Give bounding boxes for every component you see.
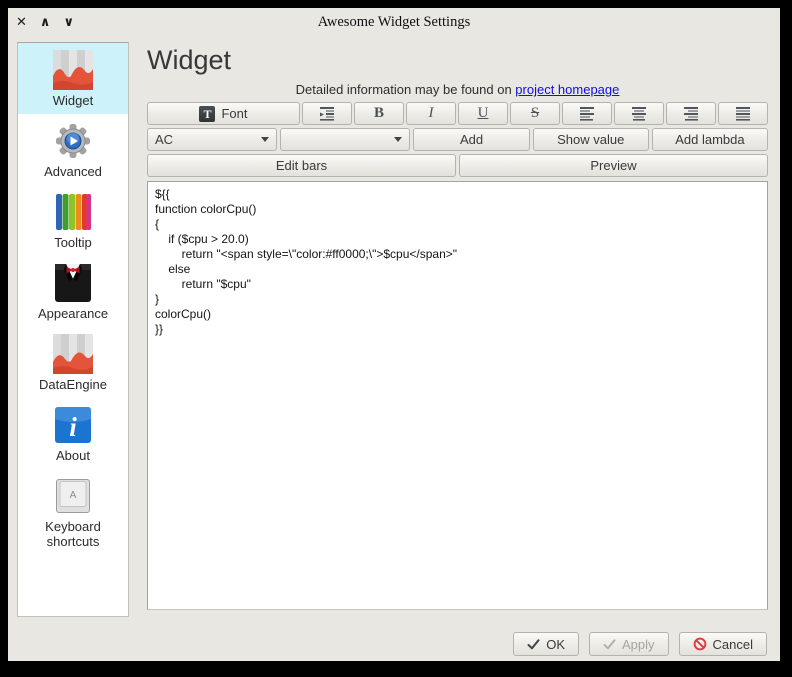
preview-button-label: Preview: [590, 158, 636, 173]
apply-button-label: Apply: [622, 637, 655, 652]
area-chart-icon: [53, 50, 93, 90]
dialog-buttons: OK Apply Cancel: [8, 627, 780, 661]
sidebar-item-label: Advanced: [44, 164, 102, 179]
sidebar-item-label: DataEngine: [39, 377, 107, 392]
page-title: Widget: [147, 44, 768, 76]
add-button-label: Add: [460, 132, 483, 147]
align-center-icon: [631, 106, 647, 121]
sidebar-item-label: About: [56, 448, 90, 463]
area-chart-icon: [53, 334, 93, 374]
sidebar-item-label: Widget: [53, 93, 93, 108]
sidebar-item-label: Appearance: [38, 306, 108, 321]
show-value-button-label: Show value: [557, 132, 624, 147]
sidebar-item-label: Tooltip: [54, 235, 92, 250]
sidebar-item-dataengine[interactable]: DataEngine: [18, 327, 128, 398]
tag-toolbar: AC Add Show value Add lambda: [147, 128, 768, 151]
info-text: Detailed information may be found on: [296, 82, 516, 97]
align-justify-button[interactable]: [718, 102, 768, 125]
preview-button[interactable]: Preview: [459, 154, 768, 177]
keyboard-key-icon: A: [53, 476, 93, 516]
titlebar: ✕ ∧ ∨ Awesome Widget Settings: [8, 8, 780, 36]
align-left-icon: [579, 106, 595, 121]
ok-button[interactable]: OK: [513, 632, 579, 656]
italic-button[interactable]: I: [406, 102, 456, 125]
chevron-down-icon: [261, 137, 269, 142]
gear-icon: [53, 121, 93, 161]
code-editor-text: ${{ function colorCpu() { if ($cpu > 20.…: [155, 187, 760, 337]
underline-button[interactable]: U: [458, 102, 508, 125]
align-left-button[interactable]: [562, 102, 612, 125]
tag-select[interactable]: AC: [147, 128, 277, 151]
cancel-button[interactable]: Cancel: [679, 632, 767, 656]
window-controls: ✕ ∧ ∨: [16, 8, 74, 36]
maximize-icon[interactable]: ∧: [40, 16, 51, 29]
indent-button[interactable]: [302, 102, 352, 125]
sidebar: Widget Advanced: [17, 42, 129, 617]
chevron-down-icon: [394, 137, 402, 142]
checkmark-icon: [527, 639, 540, 650]
info-row: Detailed information may be found on pro…: [147, 82, 768, 97]
bold-icon: B: [374, 106, 384, 121]
tuxedo-icon: [53, 263, 93, 303]
bars-toolbar: Edit bars Preview: [147, 154, 768, 177]
add-lambda-button-label: Add lambda: [675, 132, 744, 147]
strikethrough-icon: S: [531, 106, 539, 121]
info-icon: i: [53, 405, 93, 445]
close-icon[interactable]: ✕: [16, 16, 27, 29]
sidebar-item-keyboard-shortcuts[interactable]: A Keyboard shortcuts: [18, 469, 128, 555]
align-right-icon: [683, 106, 699, 121]
checkmark-icon: [603, 639, 616, 650]
show-value-button[interactable]: Show value: [533, 128, 649, 151]
sidebar-item-tooltip[interactable]: Tooltip: [18, 185, 128, 256]
font-button[interactable]: T Font: [147, 102, 300, 125]
align-justify-icon: [735, 106, 751, 121]
minimize-icon[interactable]: ∨: [63, 16, 74, 29]
format-toolbar: T Font B I: [147, 102, 768, 125]
sidebar-item-widget[interactable]: Widget: [18, 43, 128, 114]
add-lambda-button[interactable]: Add lambda: [652, 128, 768, 151]
edit-bars-button[interactable]: Edit bars: [147, 154, 456, 177]
align-right-button[interactable]: [666, 102, 716, 125]
project-homepage-link[interactable]: project homepage: [515, 82, 619, 97]
italic-icon: I: [429, 106, 434, 121]
sidebar-item-about[interactable]: i About: [18, 398, 128, 469]
sidebar-item-appearance[interactable]: Appearance: [18, 256, 128, 327]
svg-text:A: A: [70, 490, 77, 501]
tag-select-value: AC: [155, 132, 173, 147]
code-editor[interactable]: ${{ function colorCpu() { if ($cpu > 20.…: [147, 181, 768, 610]
edit-bars-button-label: Edit bars: [276, 158, 327, 173]
ok-button-label: OK: [546, 637, 565, 652]
sidebar-item-label: Keyboard shortcuts: [20, 519, 126, 549]
value-select[interactable]: [280, 128, 410, 151]
cancel-icon: [693, 637, 707, 651]
align-center-button[interactable]: [614, 102, 664, 125]
main-panel: Widget Detailed information may be found…: [147, 42, 768, 627]
underline-icon: U: [478, 106, 489, 121]
sidebar-item-advanced[interactable]: Advanced: [18, 114, 128, 185]
cancel-button-label: Cancel: [713, 637, 753, 652]
format-indent-icon: [319, 106, 335, 121]
font-button-label: Font: [221, 106, 247, 121]
window-title: Awesome Widget Settings: [318, 14, 470, 31]
bold-button[interactable]: B: [354, 102, 404, 125]
color-bars-icon: [53, 192, 93, 232]
settings-window: ✕ ∧ ∨ Awesome Widget Settings Widget: [8, 8, 780, 661]
svg-text:i: i: [69, 412, 77, 442]
add-button[interactable]: Add: [413, 128, 529, 151]
font-icon: T: [199, 106, 215, 122]
apply-button[interactable]: Apply: [589, 632, 669, 656]
strikethrough-button[interactable]: S: [510, 102, 560, 125]
